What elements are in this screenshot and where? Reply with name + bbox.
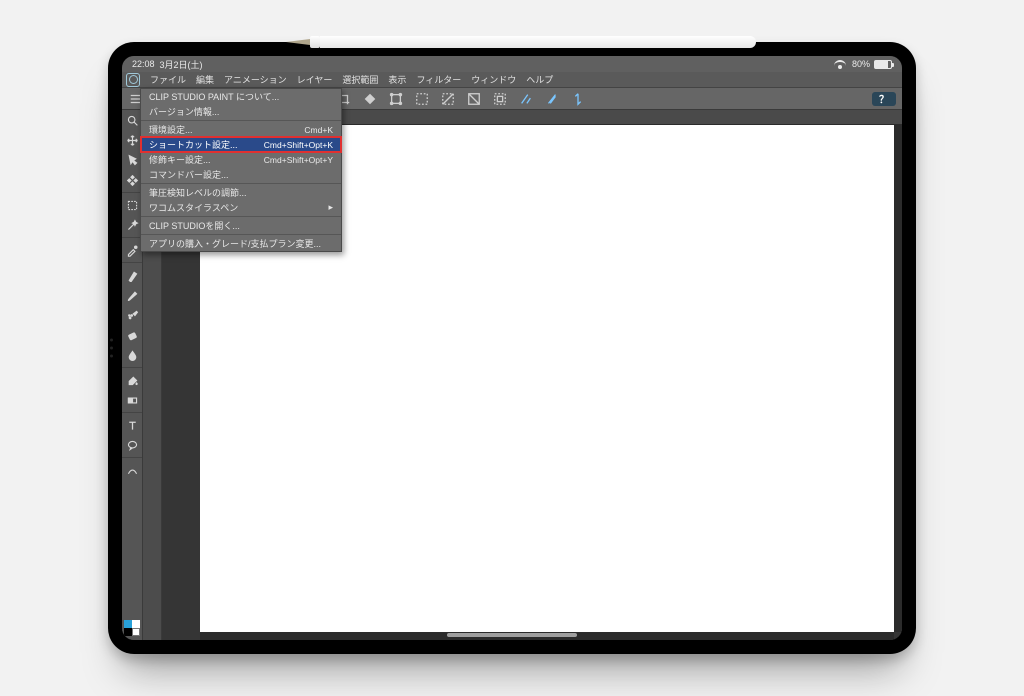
- apple-pencil: [286, 32, 756, 52]
- ruler-icon[interactable]: [544, 91, 560, 107]
- shrink-icon[interactable]: [492, 91, 508, 107]
- marquee-tool-icon[interactable]: [124, 197, 140, 213]
- zoom-tool-icon[interactable]: [124, 112, 140, 128]
- menu-file[interactable]: ファイル: [150, 73, 186, 86]
- airbrush-tool-icon[interactable]: [124, 307, 140, 323]
- scrollbar-vertical[interactable]: [894, 125, 902, 632]
- pencil-band: [310, 36, 320, 48]
- balloon-tool-icon[interactable]: [124, 437, 140, 453]
- menu-separator: [141, 120, 341, 121]
- menu-separator: [141, 216, 341, 217]
- text-tool-icon[interactable]: [124, 417, 140, 433]
- menu-view[interactable]: 表示: [388, 73, 406, 86]
- color-swatch[interactable]: [124, 620, 140, 636]
- submenu-arrow-icon: ▸: [328, 202, 333, 213]
- menu-edit[interactable]: 編集: [196, 73, 214, 86]
- menu-wacom-stylus[interactable]: ワコムスタイラスペン▸: [141, 200, 341, 215]
- menu-commandbar-settings[interactable]: コマンドバー設定...: [141, 167, 341, 182]
- menu-version[interactable]: バージョン情報...: [141, 104, 341, 119]
- menu-separator: [141, 183, 341, 184]
- fill-tool-icon[interactable]: [124, 372, 140, 388]
- gradient-tool-icon[interactable]: [124, 392, 140, 408]
- fill-icon[interactable]: [362, 91, 378, 107]
- menu-selection[interactable]: 選択範囲: [342, 73, 378, 86]
- pen-tool-icon[interactable]: [124, 267, 140, 283]
- menu-pressure-settings[interactable]: 筆圧検知レベルの調節...: [141, 185, 341, 200]
- brush-tool-icon[interactable]: [124, 287, 140, 303]
- menu-shortcut-settings[interactable]: ショートカット設定...Cmd+Shift+Opt+K: [141, 137, 341, 152]
- ipad-frame: 22:08 3月2日(土) 80% ファイル 編集 アニメーション レイヤー 選…: [108, 42, 916, 654]
- move-tool-icon[interactable]: [124, 132, 140, 148]
- status-time: 22:08: [132, 59, 155, 69]
- operation-tool-icon[interactable]: [124, 152, 140, 168]
- move-layer-tool-icon[interactable]: [124, 172, 140, 188]
- status-bar: 22:08 3月2日(土) 80%: [122, 56, 902, 72]
- eraser-tool-icon[interactable]: [124, 327, 140, 343]
- app-menu-dropdown: CLIP STUDIO PAINT について... バージョン情報... 環境設…: [140, 88, 342, 252]
- menu-open-clipstudio[interactable]: CLIP STUDIOを開く...: [141, 218, 341, 233]
- home-indicator[interactable]: [447, 633, 577, 637]
- menu-purchase[interactable]: アプリの購入・グレード/支払プラン変更...: [141, 236, 341, 251]
- menu-about[interactable]: CLIP STUDIO PAINT について...: [141, 89, 341, 104]
- menu-separator: [141, 234, 341, 235]
- app-logo-icon[interactable]: [126, 73, 140, 87]
- menu-preferences[interactable]: 環境設定...Cmd+K: [141, 122, 341, 137]
- deselect-icon[interactable]: [440, 91, 456, 107]
- battery-icon: [874, 60, 892, 69]
- invert-icon[interactable]: [466, 91, 482, 107]
- menu-layer[interactable]: レイヤー: [297, 73, 333, 86]
- pencil-tip: [286, 39, 310, 45]
- pencil-body: [320, 36, 756, 48]
- camera-module: [110, 339, 113, 358]
- help-button[interactable]: ？: [872, 92, 896, 106]
- menu-animation[interactable]: アニメーション: [224, 73, 287, 86]
- select-all-icon[interactable]: [414, 91, 430, 107]
- transform-icon[interactable]: [388, 91, 404, 107]
- status-date: 3月2日(土): [160, 58, 203, 71]
- menu-bar: ファイル 編集 アニメーション レイヤー 選択範囲 表示 フィルター ウィンドウ…: [122, 72, 902, 88]
- eyedropper-tool-icon[interactable]: [124, 242, 140, 258]
- blend-tool-icon[interactable]: [124, 347, 140, 363]
- wifi-icon: [834, 60, 846, 69]
- battery-percent: 80%: [852, 59, 870, 69]
- wand-tool-icon[interactable]: [124, 217, 140, 233]
- ruler-snap-icon[interactable]: [518, 91, 534, 107]
- correction-tool-icon[interactable]: [124, 462, 140, 478]
- tool-palette: [122, 110, 142, 640]
- menu-modifier-settings[interactable]: 修飾キー設定...Cmd+Shift+Opt+Y: [141, 152, 341, 167]
- menu-filter[interactable]: フィルター: [416, 73, 461, 86]
- grid-snap-icon[interactable]: [570, 91, 586, 107]
- menu-window[interactable]: ウィンドウ: [471, 73, 516, 86]
- screen: 22:08 3月2日(土) 80% ファイル 編集 アニメーション レイヤー 選…: [122, 56, 902, 640]
- menu-help[interactable]: ヘルプ: [526, 73, 553, 86]
